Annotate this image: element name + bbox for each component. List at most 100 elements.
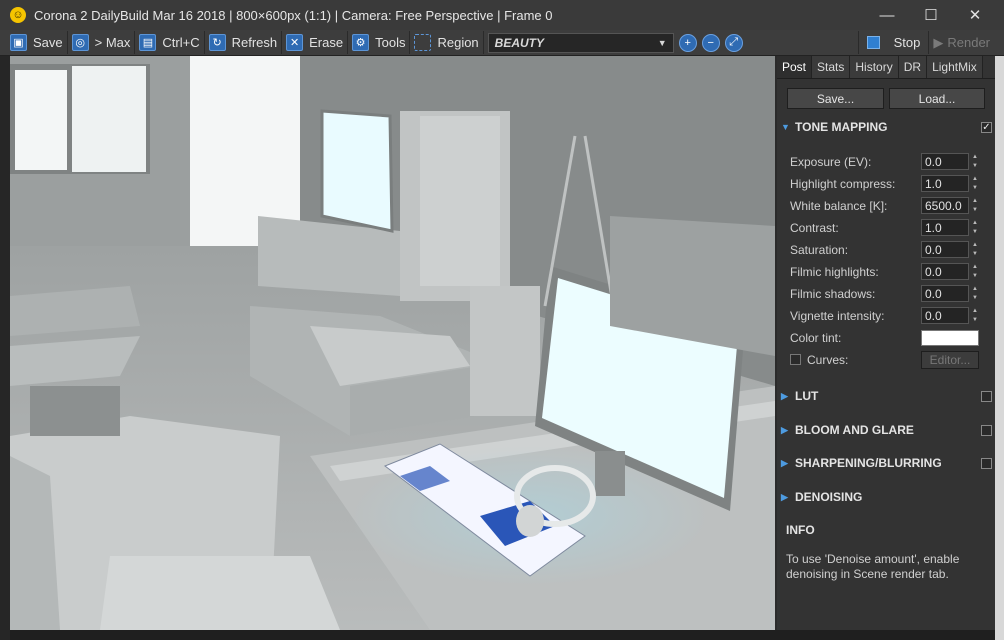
left-border [0,56,10,640]
filmic-shadows-input[interactable]: 0.0 [921,285,969,302]
lut-title: LUT [795,389,819,403]
color-tint-swatch[interactable] [921,329,979,346]
title-bar: ☺ Corona 2 DailyBuild Mar 16 2018 | 800×… [0,0,1004,30]
tone-mapping-title: TONE MAPPING [795,120,888,134]
contrast-input[interactable]: 1.0 [921,219,969,236]
vignette-row: Vignette intensity: 0.0 ▲ ▼ [790,306,990,325]
exposure-label: Exposure (EV): [790,154,872,169]
expand-icon: ▶ [781,457,788,468]
zoom-out-icon[interactable]: − [701,33,720,52]
highlight-compress-spinner-icon[interactable]: ▲ ▼ [972,175,981,192]
denoising-header[interactable]: ▶ DENOISING [781,488,991,506]
denoising-title: DENOISING [795,490,863,504]
render-element-select[interactable]: BEAUTY ▼ [487,32,674,53]
saturation-spinner-icon[interactable]: ▲ ▼ [972,241,981,258]
max-button[interactable]: ◎ > Max [68,31,136,54]
curves-checkbox[interactable] [790,354,801,365]
save-preset-button[interactable]: Save... [787,88,884,109]
refresh-label: Refresh [231,35,278,50]
rendered-image [10,56,775,630]
tab-dr[interactable]: DR [898,56,928,78]
sharpening-header[interactable]: ▶ SHARPENING/BLURRING [781,454,991,472]
info-title: INFO [786,523,815,537]
exposure-spinner-icon[interactable]: ▲ ▼ [972,153,981,170]
max-label: > Max [94,35,131,50]
white-balance-spinner-icon[interactable]: ▲ ▼ [972,197,981,214]
lut-enable-checkbox[interactable] [981,391,992,402]
bloom-enable-checkbox[interactable] [981,425,992,436]
region-label: Region [437,35,479,50]
bloom-title: BLOOM AND GLARE [795,423,914,437]
chevron-down-icon: ▼ [657,37,667,48]
curves-label: Curves: [807,352,849,367]
copy-label: Ctrl+C [162,35,200,50]
lut-header[interactable]: ▶ LUT [781,387,991,405]
tools-label: Tools [375,35,406,50]
tools-button[interactable]: ⚙ Tools [348,31,411,54]
filmic-shadows-spinner-icon[interactable]: ▲ ▼ [972,285,981,302]
vignette-label: Vignette intensity: [790,308,885,323]
collapse-icon: ▼ [781,122,790,132]
refresh-button[interactable]: ↻ Refresh [205,31,283,54]
tone-mapping-enable-checkbox[interactable]: ✓ [981,122,992,133]
zoom-in-icon[interactable]: + [678,33,697,52]
bottom-border [10,630,995,640]
erase-label: Erase [309,35,344,50]
curves-editor-button[interactable]: Editor... [921,350,979,369]
vignette-input[interactable]: 0.0 [921,307,969,324]
highlight-compress-row: Highlight compress: 1.0 ▲ ▼ [790,174,990,193]
erase-icon: ✕ [286,34,304,51]
filmic-highlights-row: Filmic highlights: 0.0 ▲ ▼ [790,262,990,281]
highlight-compress-label: Highlight compress: [790,176,896,191]
white-balance-input[interactable]: 6500.0 [921,197,969,214]
tab-history[interactable]: History [850,56,899,78]
close-button[interactable]: ✕ [952,0,998,30]
region-button[interactable]: Region [410,31,484,54]
minimize-button[interactable]: — [864,0,910,30]
play-icon: ▶ [933,34,944,50]
filmic-highlights-label: Filmic highlights: [790,264,879,279]
exposure-input[interactable]: 0.0 [921,153,969,170]
max-icon: ◎ [71,34,89,51]
copy-button[interactable]: ▤ Ctrl+C [135,31,205,54]
curves-row: Curves: Editor... [790,350,990,369]
maximize-button[interactable]: ☐ [908,0,954,30]
zoom-fit-icon[interactable]: ⤢ [724,33,743,52]
stop-icon [866,36,880,49]
bloom-header[interactable]: ▶ BLOOM AND GLARE [781,421,991,439]
tone-mapping-header[interactable]: ▼ TONE MAPPING [781,118,991,136]
contrast-spinner-icon[interactable]: ▲ ▼ [972,219,981,236]
erase-button[interactable]: ✕ Erase [282,31,349,54]
expand-icon: ▶ [781,424,788,435]
vignette-spinner-icon[interactable]: ▲ ▼ [972,307,981,324]
sharpening-enable-checkbox[interactable] [981,458,992,469]
highlight-compress-input[interactable]: 1.0 [921,175,969,192]
refresh-icon: ↻ [208,34,226,51]
filmic-highlights-input[interactable]: 0.0 [921,263,969,280]
tab-stats[interactable]: Stats [812,56,851,78]
render-button[interactable]: ▶ Render [929,31,1004,54]
save-label: Save [33,35,63,50]
render-element-value: BEAUTY [494,35,545,50]
render-viewport[interactable] [10,56,775,630]
stop-button[interactable]: Stop [857,31,930,54]
saturation-row: Saturation: 0.0 ▲ ▼ [790,240,990,259]
load-preset-button[interactable]: Load... [889,88,985,109]
saturation-input[interactable]: 0.0 [921,241,969,258]
color-tint-label: Color tint: [790,330,842,345]
window-title: Corona 2 DailyBuild Mar 16 2018 | 800×60… [34,7,553,23]
expand-icon: ▶ [781,491,788,502]
filmic-shadows-label: Filmic shadows: [790,286,876,301]
save-button[interactable]: ▣ Save [0,31,68,54]
filmic-highlights-spinner-icon[interactable]: ▲ ▼ [972,263,981,280]
tab-lightmix[interactable]: LightMix [927,56,983,78]
copy-icon: ▤ [139,34,157,51]
exposure-row: Exposure (EV): 0.0 ▲ ▼ [790,152,990,171]
tab-post[interactable]: Post [777,56,813,78]
filmic-shadows-row: Filmic shadows: 0.0 ▲ ▼ [790,284,990,303]
tools-icon: ⚙ [352,34,370,51]
contrast-label: Contrast: [790,220,839,235]
sharpening-title: SHARPENING/BLURRING [795,456,942,470]
vfb-toolbar: ▣ Save ◎ > Max ▤ Ctrl+C ↻ Refresh ✕ Eras… [0,30,1004,56]
save-icon: ▣ [10,34,27,51]
